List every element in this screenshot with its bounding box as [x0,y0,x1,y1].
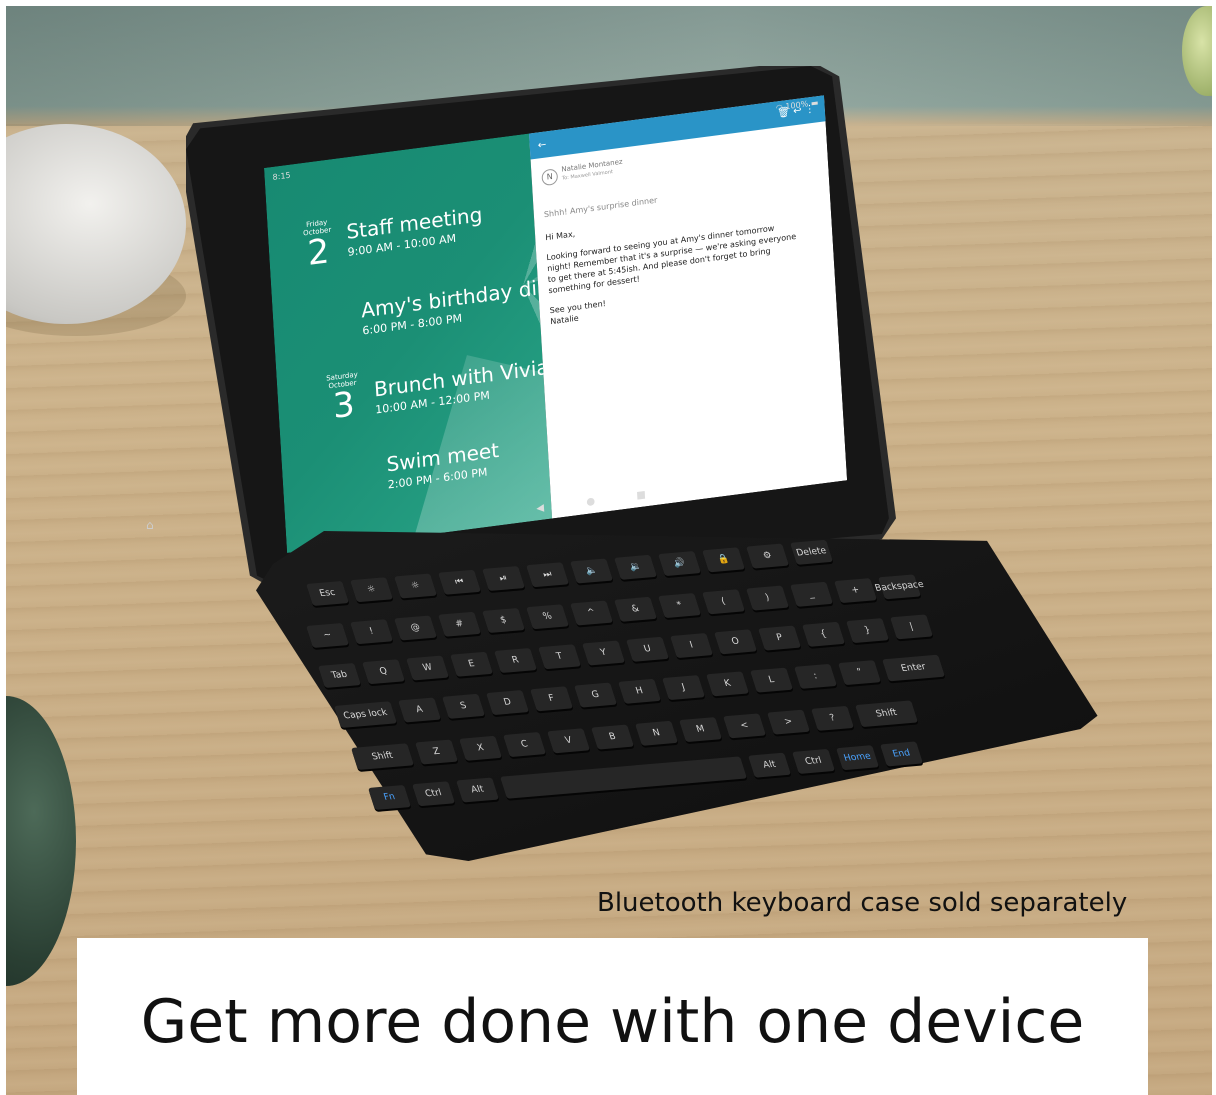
email-pane: ← 🗑 ↩ ⋮ N Natalie Montanez To: Maxwell V… [529,95,848,519]
key[interactable]: 🔈 [570,558,614,584]
date-saturday: Saturday October 3 [325,370,359,427]
key[interactable]: U [626,636,670,662]
key[interactable]: ☼ [350,577,394,603]
shift-key[interactable]: Shift [855,700,919,728]
caps-lock-key[interactable]: Caps lock [334,701,398,728]
key[interactable]: H [618,678,662,704]
key[interactable]: " [838,660,882,686]
tablet-screen: Friday October 2 Staff meeting 9:00 AM -… [264,95,848,553]
nav-recent-icon[interactable]: ■ [636,489,646,501]
key[interactable]: F [530,686,574,712]
key[interactable]: & [614,596,658,622]
status-time: 8:15 [272,170,291,182]
key[interactable]: E [450,651,494,677]
key[interactable]: + [834,578,878,604]
email-body: Hi Max, Looking forward to seeing you at… [545,200,801,337]
ctrl-key[interactable]: Ctrl [412,781,456,807]
key[interactable]: X [459,735,503,761]
key[interactable]: W [406,655,450,681]
email-subject: Shhh! Amy's surprise dinner [543,195,658,220]
calendar-agenda: Friday October 2 Staff meeting 9:00 AM -… [264,133,553,553]
key[interactable]: J [662,675,706,701]
key[interactable]: N [635,720,679,746]
end-key[interactable]: End [880,741,924,767]
wifi-icon: ◠ [775,102,784,113]
nav-back-icon[interactable]: ◀ [536,502,544,514]
key[interactable]: A [398,697,442,723]
key[interactable]: I [670,633,714,659]
key[interactable]: ⏯ [482,565,526,592]
key[interactable]: D [486,690,530,716]
key[interactable]: 🔊 [658,551,702,577]
key[interactable]: V [547,728,591,754]
headline: Get more done with one device [140,987,1085,1057]
event-staff-meeting[interactable]: Staff meeting 9:00 AM - 10:00 AM [346,202,484,259]
date-friday: Friday October 2 [302,218,332,275]
key[interactable]: > [767,709,811,735]
key[interactable]: ☼ [394,573,438,599]
key[interactable]: < [723,713,767,739]
key[interactable]: C [503,732,547,758]
ctrl-key[interactable]: Ctrl [792,748,836,774]
battery-icon: ▬ [810,97,819,108]
tablet: Friday October 2 Staff meeting 9:00 AM -… [186,66,896,586]
key[interactable]: # [438,611,482,637]
shift-key[interactable]: Shift [351,743,415,770]
key[interactable]: Y [582,640,626,666]
key[interactable]: R [494,647,538,674]
key[interactable]: ⏮ [438,569,482,595]
key[interactable]: Delete [790,539,834,565]
tab-key[interactable]: Tab [318,662,362,688]
key[interactable]: L [750,667,794,693]
key[interactable]: { [802,621,846,647]
key[interactable]: _ [790,581,834,607]
key[interactable]: : [794,663,838,689]
key[interactable]: % [526,604,570,630]
key[interactable]: ! [350,619,394,645]
key[interactable]: } [846,618,890,644]
key[interactable]: 🔉 [614,554,658,580]
product-photo: Friday October 2 Staff meeting 9:00 AM -… [6,6,1212,1095]
key[interactable]: @ [394,615,438,641]
key[interactable]: K [706,671,750,697]
key[interactable]: 🔒 [702,547,746,573]
battery-level: 100% [785,99,809,112]
key[interactable]: T [538,644,582,670]
key[interactable]: $ [482,607,526,634]
caption: Bluetooth keyboard case sold separately [597,888,1128,918]
key[interactable]: ( [702,589,746,615]
key[interactable]: M [679,717,723,743]
fn-key[interactable]: Fn [368,784,412,810]
key[interactable]: | [890,614,934,640]
key[interactable]: Esc [306,580,350,606]
home-shortcut-icon[interactable]: ⌂ [146,518,154,532]
key[interactable]: P [758,625,802,651]
alt-key[interactable]: Alt [456,777,500,803]
key[interactable]: ⚙ [746,543,790,569]
headline-panel: Get more done with one device [77,938,1148,1095]
key[interactable]: ) [746,585,790,611]
key[interactable]: G [574,682,618,708]
key[interactable]: Q [362,659,406,685]
alt-key[interactable]: Alt [748,752,792,778]
backspace-key[interactable]: Backspace [874,574,925,600]
home-key[interactable]: Home [836,745,880,771]
key[interactable]: ~ [306,622,350,648]
key[interactable]: * [658,593,702,619]
key[interactable]: ^ [570,600,614,626]
key[interactable]: ⏭ [526,562,570,588]
enter-key[interactable]: Enter [882,654,946,682]
key[interactable]: ? [811,705,855,731]
key[interactable]: S [442,693,486,719]
sender-avatar: N [541,168,559,187]
key[interactable]: O [714,629,758,655]
key[interactable]: Z [415,739,459,765]
nav-home-icon[interactable]: ● [586,496,595,508]
key[interactable]: B [591,724,635,750]
